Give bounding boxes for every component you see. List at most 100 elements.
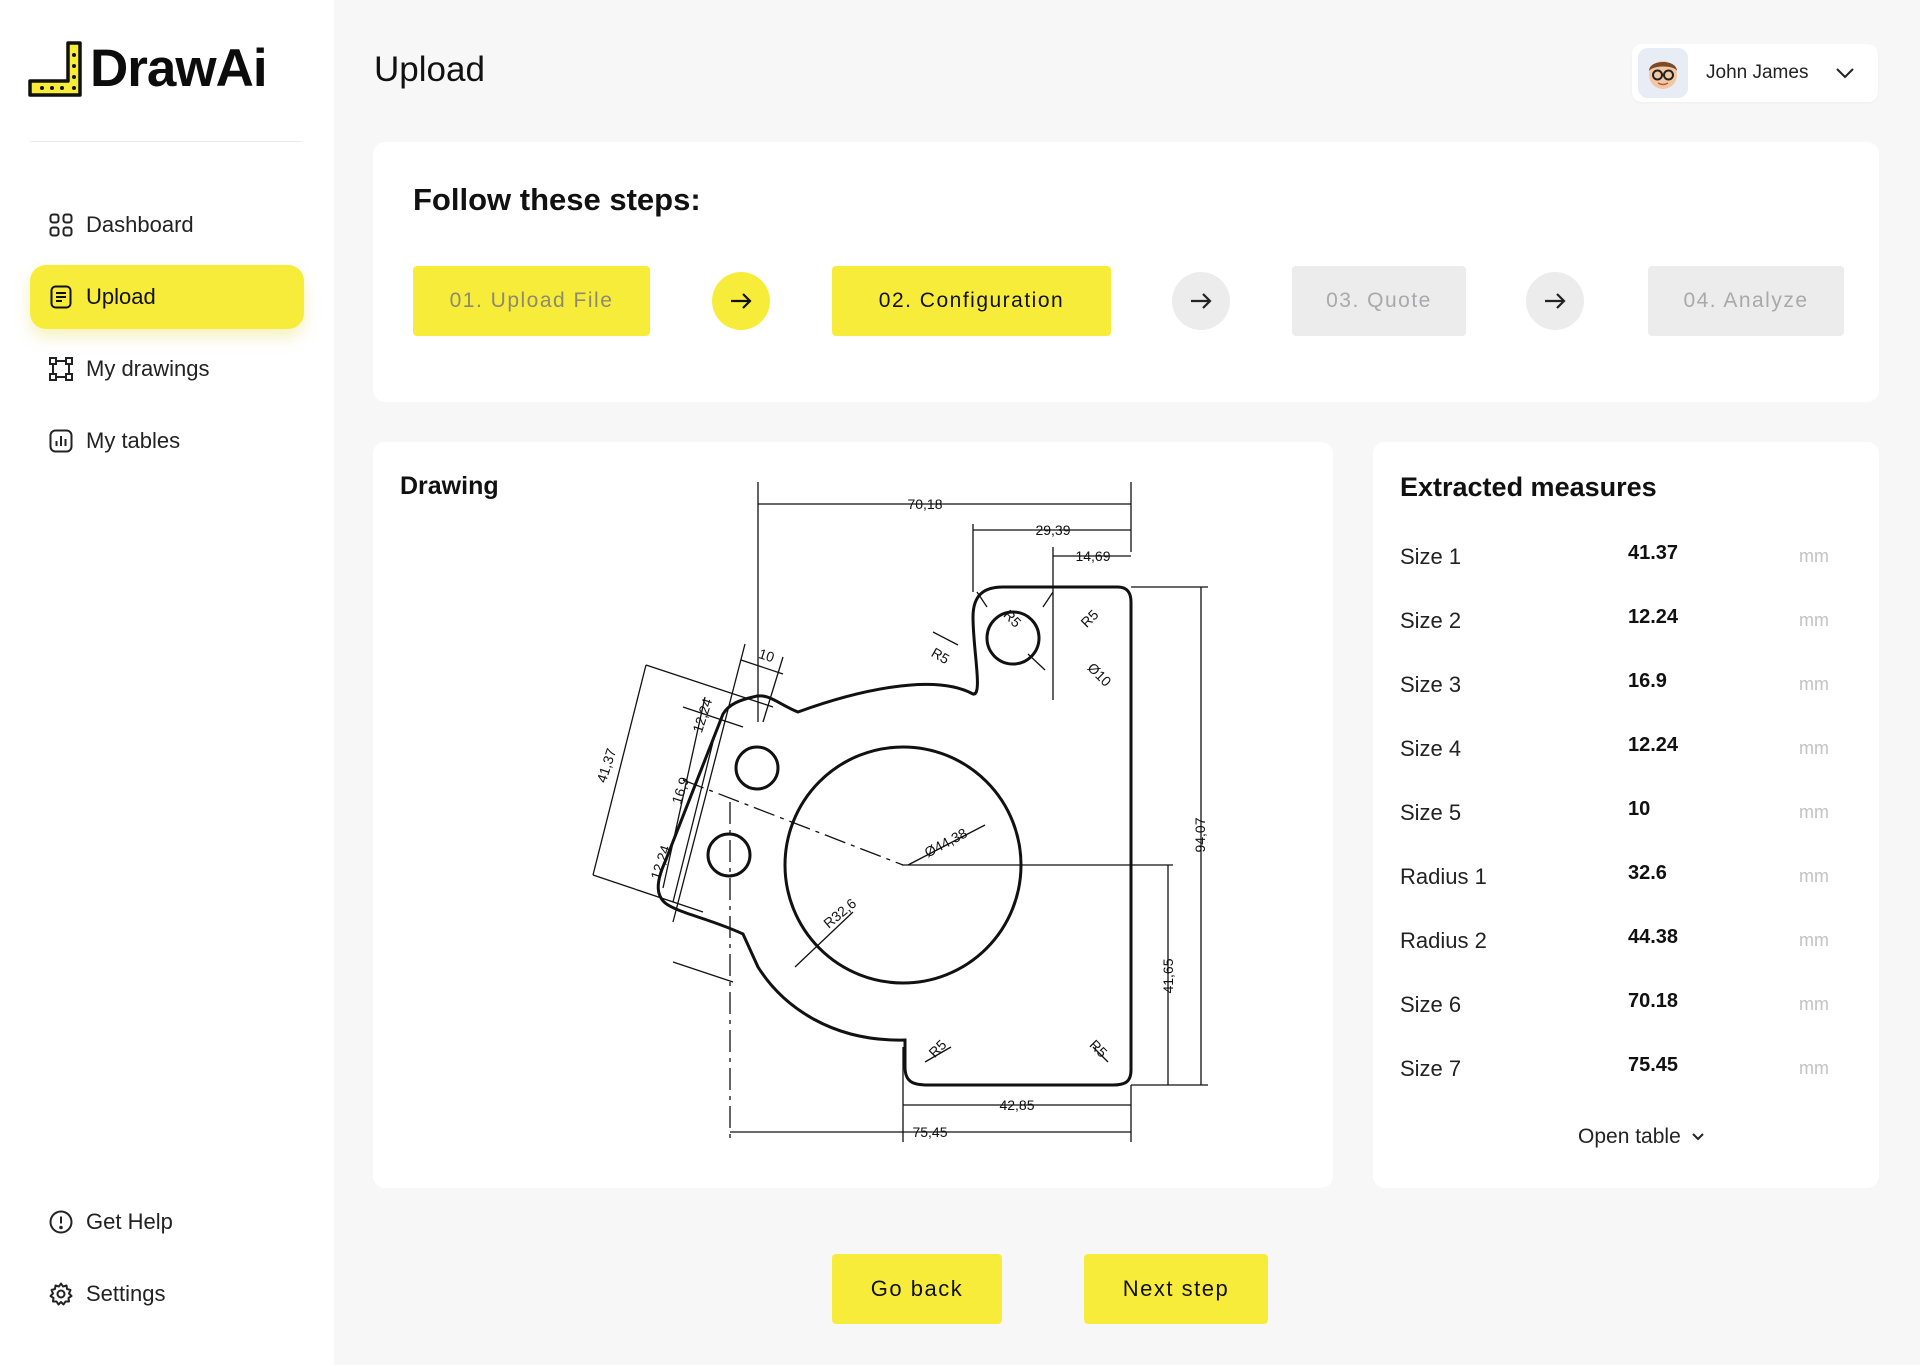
dim-label: R5 xyxy=(925,1036,949,1060)
measure-name: Size 7 xyxy=(1400,1056,1462,1081)
user-menu[interactable]: John James xyxy=(1632,44,1878,102)
dim-label: 42,85 xyxy=(999,1097,1034,1113)
go-back-button[interactable]: Go back xyxy=(832,1254,1002,1324)
open-table-label: Open table xyxy=(1578,1125,1681,1148)
measure-row: Size 4 12.24 mm xyxy=(1400,734,1829,776)
measure-row: Radius 1 32.6 mm xyxy=(1400,862,1829,904)
sidebar-item-dashboard[interactable]: Dashboard xyxy=(30,193,304,257)
arrow-right-icon xyxy=(1172,272,1230,330)
measure-value: 12.24 xyxy=(1628,734,1679,756)
vector-square-icon xyxy=(48,356,74,382)
measure-unit: mm xyxy=(1799,674,1829,694)
measures-card: Extracted measures Size 1 41.37 mm Size … xyxy=(1373,442,1879,1188)
dim-label: 75,45 xyxy=(912,1124,947,1140)
dim-label: 41,37 xyxy=(593,746,619,784)
step-quote[interactable]: 03. Quote xyxy=(1292,266,1466,336)
dim-label: Ø44,38 xyxy=(922,825,970,861)
document-icon xyxy=(48,284,74,310)
chevron-down-icon xyxy=(1836,68,1855,79)
next-step-button[interactable]: Next step xyxy=(1084,1254,1268,1324)
measure-value: 16.9 xyxy=(1628,670,1667,692)
avatar xyxy=(1638,48,1688,98)
measure-unit: mm xyxy=(1799,738,1829,758)
technical-drawing[interactable]: 70,18 29,39 14,69 10 12,24 41,37 16,9 12… xyxy=(373,442,1333,1188)
measure-value: 70.18 xyxy=(1628,990,1679,1012)
measure-value: 41.37 xyxy=(1628,542,1679,564)
measure-row: Size 1 41.37 mm xyxy=(1400,542,1829,584)
sidebar-bottom-nav: Get Help Settings xyxy=(30,1190,304,1334)
measure-unit: mm xyxy=(1799,866,1829,886)
measure-value: 12.24 xyxy=(1628,606,1679,628)
sidebar-item-my-tables[interactable]: My tables xyxy=(30,409,304,473)
dim-label: 94,07 xyxy=(1192,817,1208,852)
measure-value: 44.38 xyxy=(1628,926,1679,948)
measure-unit: mm xyxy=(1799,546,1829,566)
dim-label: R5 xyxy=(929,644,953,667)
dim-label: R5 xyxy=(1001,606,1025,630)
logo-text: DrawAi xyxy=(90,39,268,98)
sidebar-item-get-help[interactable]: Get Help xyxy=(30,1190,304,1254)
open-table-button[interactable]: Open table xyxy=(1578,1125,1705,1149)
sidebar-item-label: My drawings xyxy=(86,356,210,381)
ruler-logo-icon xyxy=(28,40,82,97)
logo[interactable]: DrawAi xyxy=(28,38,268,99)
measure-row: Size 5 10 mm xyxy=(1400,798,1829,840)
step-configuration[interactable]: 02. Configuration xyxy=(832,266,1111,336)
info-circle-icon xyxy=(48,1209,74,1235)
sidebar-item-label: My tables xyxy=(86,428,181,453)
measure-row: Size 3 16.9 mm xyxy=(1400,670,1829,712)
measure-name: Size 3 xyxy=(1400,672,1462,697)
step-upload-file[interactable]: 01. Upload File xyxy=(413,266,650,336)
measure-row: Size 7 75.45 mm xyxy=(1400,1054,1829,1096)
dim-label: Ø10 xyxy=(1085,659,1115,689)
sidebar-item-settings[interactable]: Settings xyxy=(30,1262,304,1326)
dim-label: R5 xyxy=(1077,606,1101,630)
dim-label: R32,6 xyxy=(820,895,859,931)
dim-label: 70,18 xyxy=(907,496,942,512)
measure-value: 32.6 xyxy=(1628,862,1667,884)
dim-label: R5 xyxy=(1087,1036,1111,1060)
dim-label: 41,65 xyxy=(1160,958,1176,993)
sidebar-nav: Dashboard Upload My drawings My tables xyxy=(30,193,304,481)
chart-icon xyxy=(48,428,74,454)
steps-title: Follow these steps: xyxy=(413,182,701,217)
measure-unit: mm xyxy=(1799,1058,1829,1078)
measure-row: Size 6 70.18 mm xyxy=(1400,990,1829,1032)
chevron-down-icon xyxy=(1692,1133,1704,1141)
sidebar-item-label: Upload xyxy=(86,284,156,309)
drawing-card: Drawing 70,18 29,39 14,69 10 12,24 41,37… xyxy=(373,442,1333,1188)
measure-name: Size 2 xyxy=(1400,608,1462,633)
dim-label: 10 xyxy=(757,645,777,665)
measure-unit: mm xyxy=(1799,610,1829,630)
dim-label: 12,24 xyxy=(689,696,715,734)
measure-name: Size 1 xyxy=(1400,544,1462,569)
measure-unit: mm xyxy=(1799,802,1829,822)
sidebar-divider xyxy=(30,141,302,142)
page-title: Upload xyxy=(374,50,485,89)
grid-icon xyxy=(48,212,74,238)
measure-name: Size 6 xyxy=(1400,992,1462,1017)
measure-unit: mm xyxy=(1799,994,1829,1014)
dim-label: 29,39 xyxy=(1035,522,1070,538)
measure-value: 10 xyxy=(1628,798,1651,820)
measure-unit: mm xyxy=(1799,930,1829,950)
measure-row: Radius 2 44.38 mm xyxy=(1400,926,1829,968)
sidebar-item-label: Get Help xyxy=(86,1209,173,1234)
sidebar-item-label: Dashboard xyxy=(86,212,194,237)
measure-name: Size 5 xyxy=(1400,800,1462,825)
measure-row: Size 2 12.24 mm xyxy=(1400,606,1829,648)
measures-title: Extracted measures xyxy=(1400,472,1657,502)
arrow-right-icon xyxy=(712,272,770,330)
dim-label: 14,69 xyxy=(1075,548,1110,564)
measure-name: Radius 2 xyxy=(1400,928,1487,953)
sidebar-item-my-drawings[interactable]: My drawings xyxy=(30,337,304,401)
sidebar-item-upload[interactable]: Upload xyxy=(30,265,304,329)
user-name: John James xyxy=(1706,62,1809,83)
dim-label: 12,24 xyxy=(647,843,673,881)
steps-card: Follow these steps: 01. Upload File 02. … xyxy=(373,142,1879,402)
arrow-right-icon xyxy=(1526,272,1584,330)
step-analyze[interactable]: 04. Analyze xyxy=(1648,266,1844,336)
measure-value: 75.45 xyxy=(1628,1054,1679,1076)
gear-icon xyxy=(48,1281,74,1307)
measure-name: Radius 1 xyxy=(1400,864,1487,889)
